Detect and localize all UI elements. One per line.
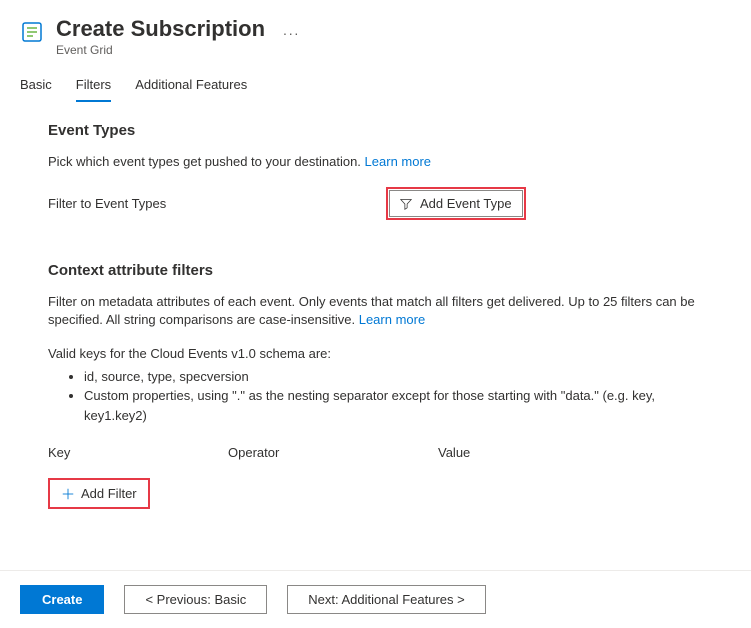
list-item: Custom properties, using "." as the nest… xyxy=(84,386,703,425)
context-filters-learn-more-link[interactable]: Learn more xyxy=(359,312,425,327)
funnel-icon xyxy=(400,198,412,210)
plus-icon xyxy=(61,487,75,501)
tab-basic[interactable]: Basic xyxy=(20,77,52,102)
page-subtitle: Event Grid xyxy=(56,43,731,57)
list-item: id, source, type, specversion xyxy=(84,367,703,387)
valid-keys-list: id, source, type, specversion Custom pro… xyxy=(84,367,703,426)
add-event-type-button[interactable]: Add Event Type xyxy=(389,190,523,217)
add-filter-highlight: Add Filter xyxy=(48,478,150,509)
create-button[interactable]: Create xyxy=(20,585,104,614)
next-button[interactable]: Next: Additional Features > xyxy=(287,585,485,614)
event-types-heading: Event Types xyxy=(48,122,703,139)
context-filters-description: Filter on metadata attributes of each ev… xyxy=(48,293,703,329)
column-key-header: Key xyxy=(48,445,228,460)
tab-filters[interactable]: Filters xyxy=(76,77,111,102)
column-operator-header: Operator xyxy=(228,445,438,460)
event-types-learn-more-link[interactable]: Learn more xyxy=(365,154,431,169)
previous-button[interactable]: < Previous: Basic xyxy=(124,585,267,614)
page-title: Create Subscription xyxy=(56,16,265,42)
page-header: Create Subscription ··· Event Grid xyxy=(0,0,751,65)
context-filters-heading: Context attribute filters xyxy=(48,262,703,279)
tab-additional-features[interactable]: Additional Features xyxy=(135,77,247,102)
footer-bar: Create < Previous: Basic Next: Additiona… xyxy=(0,570,751,628)
filter-columns-header: Key Operator Value xyxy=(48,445,703,460)
more-icon[interactable]: ··· xyxy=(283,25,300,41)
valid-keys-label: Valid keys for the Cloud Events v1.0 sch… xyxy=(48,346,703,361)
event-types-description: Pick which event types get pushed to you… xyxy=(48,153,703,171)
add-filter-button[interactable]: Add Filter xyxy=(51,481,147,506)
column-value-header: Value xyxy=(438,445,703,460)
add-event-type-highlight: Add Event Type xyxy=(386,187,526,220)
subscription-icon xyxy=(20,20,44,44)
filter-to-event-types-label: Filter to Event Types xyxy=(48,196,378,211)
tab-bar: Basic Filters Additional Features xyxy=(0,65,751,102)
